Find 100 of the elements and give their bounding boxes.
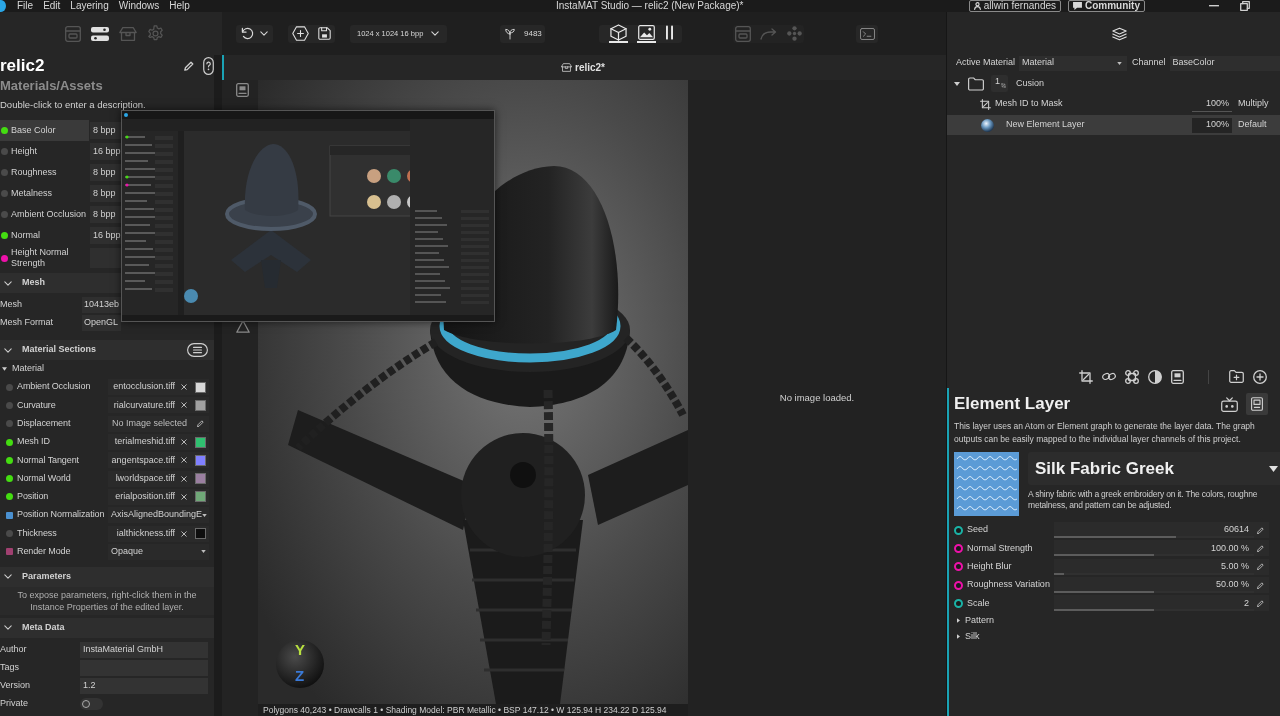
mesh-field[interactable]: 10413eb xyxy=(82,297,121,313)
layer-row[interactable]: New Element Layer 100% Default xyxy=(947,115,1280,135)
slider-track[interactable] xyxy=(1054,591,1254,594)
channel-item[interactable]: Base Color xyxy=(0,120,89,141)
group-toggle[interactable]: Pattern xyxy=(949,612,1280,629)
menu-item[interactable]: Help xyxy=(169,0,190,12)
format-field[interactable] xyxy=(90,248,121,268)
material-dropdown[interactable]: Material xyxy=(1019,55,1128,71)
group-toggle[interactable]: Silk xyxy=(949,628,1280,645)
remove-icon[interactable] xyxy=(181,493,187,500)
format-field[interactable]: 16 bpp xyxy=(90,143,121,160)
pencil-icon[interactable] xyxy=(1257,563,1264,571)
dropdown[interactable]: AxisAlignedBoundingE xyxy=(108,507,209,524)
channel-field[interactable]: BaseColor xyxy=(1169,55,1280,71)
layer-row[interactable]: Mesh ID to Mask 100% Multiply xyxy=(947,94,1280,114)
community-button[interactable]: Community xyxy=(1068,0,1145,12)
triangle-icon[interactable] xyxy=(236,320,250,333)
undo-icon[interactable] xyxy=(241,27,254,40)
axis-label: Y xyxy=(295,641,305,659)
section-header[interactable]: Parameters xyxy=(0,566,214,587)
card-icon[interactable] xyxy=(236,83,249,97)
account-button[interactable]: allwin fernandes xyxy=(968,0,1061,12)
add-folder-icon[interactable] xyxy=(1229,370,1244,383)
pencil-icon[interactable] xyxy=(197,420,204,428)
seed-field[interactable]: 9483 xyxy=(500,24,545,43)
format-field[interactable]: 8 bpp xyxy=(90,206,121,223)
texture-file-field[interactable]: entocclusion.tiff xyxy=(108,379,209,396)
texture-file-field[interactable]: erialposition.tiff xyxy=(108,488,209,505)
section-header[interactable]: Meta Data xyxy=(0,617,214,638)
axis-gizmo-icon[interactable] xyxy=(276,640,324,688)
texture-file-field[interactable]: angentspace.tiff xyxy=(108,452,209,469)
menu-item[interactable]: File xyxy=(17,0,34,12)
crop-icon[interactable] xyxy=(1079,369,1093,384)
console-button[interactable] xyxy=(856,24,878,43)
layer-row[interactable]: 1 Cusion xyxy=(947,73,1280,94)
slider-field[interactable]: 50.00 % xyxy=(1054,577,1269,594)
opacity-field[interactable]: 100% xyxy=(1192,117,1232,133)
blend-mode-dropdown[interactable]: Default xyxy=(1238,119,1267,130)
expand-arrow-icon[interactable] xyxy=(954,81,960,86)
format-field[interactable]: 8 bpp xyxy=(90,122,121,139)
menu-item[interactable]: Edit xyxy=(43,0,61,12)
chevron-down-icon[interactable] xyxy=(260,31,268,36)
help-icon[interactable] xyxy=(203,56,214,75)
menu-item[interactable]: Windows xyxy=(118,0,160,12)
slider-track[interactable] xyxy=(1054,536,1254,539)
add-icon[interactable] xyxy=(292,26,309,41)
texture-file-field[interactable]: No Image selected xyxy=(108,415,209,432)
texture-file-field[interactable]: ialthickness.tiff xyxy=(108,525,209,542)
texture-file-field[interactable]: lworldspace.tiff xyxy=(108,470,209,487)
pencil-icon[interactable] xyxy=(1257,526,1264,534)
pencil-icon[interactable] xyxy=(1257,544,1264,552)
text-field[interactable]: InstaMaterial GmbH xyxy=(80,641,208,658)
pencil-icon[interactable] xyxy=(184,60,194,71)
remove-icon[interactable] xyxy=(181,475,187,482)
blend-mode-dropdown[interactable]: Multiply xyxy=(1238,98,1269,109)
remove-icon[interactable] xyxy=(181,457,187,464)
card-icon[interactable] xyxy=(1171,369,1184,384)
section-header[interactable]: Mesh xyxy=(0,273,121,293)
nodes-icon[interactable] xyxy=(1125,369,1139,384)
slider-field[interactable]: 5.00 % xyxy=(1054,558,1269,575)
remove-icon[interactable] xyxy=(181,439,187,446)
document-tab[interactable]: relic2* xyxy=(561,60,605,75)
texture-file-field[interactable]: terialmeshid.tiff xyxy=(108,434,209,451)
slider-track[interactable] xyxy=(1054,609,1254,612)
2d-view-button[interactable] xyxy=(637,24,656,43)
toggle-switch[interactable] xyxy=(80,697,103,710)
tv-icon[interactable] xyxy=(1221,396,1238,412)
layers-icon[interactable] xyxy=(1112,26,1127,41)
remove-icon[interactable] xyxy=(181,384,187,391)
format-field[interactable]: 16 bpp xyxy=(90,227,121,244)
format-field[interactable]: 8 bpp xyxy=(90,164,121,181)
slider-track[interactable] xyxy=(1054,554,1254,557)
text-field[interactable]: 1.2 xyxy=(80,677,208,694)
tree-group[interactable]: Material xyxy=(0,360,214,378)
save-icon[interactable] xyxy=(318,27,331,40)
list-menu-icon[interactable] xyxy=(187,343,208,357)
panel-title: Element Layer xyxy=(954,393,1071,416)
mesh-field[interactable]: OpenGL xyxy=(82,315,121,331)
toggle-bars-icon[interactable] xyxy=(91,26,109,41)
opacity-field[interactable]: 100% xyxy=(1192,96,1232,112)
section-header[interactable]: Material Sections xyxy=(0,340,214,360)
contrast-icon[interactable] xyxy=(1148,369,1162,384)
graph-dropdown[interactable]: Silk Fabric Greek xyxy=(1028,452,1280,485)
pencil-icon[interactable] xyxy=(1257,581,1264,589)
pencil-icon[interactable] xyxy=(1257,599,1264,607)
format-field[interactable]: 8 bpp xyxy=(90,185,121,202)
link-icon[interactable] xyxy=(1102,372,1116,381)
slider-field[interactable]: 2 xyxy=(1054,595,1269,612)
dropdown[interactable]: Opaque xyxy=(108,543,209,560)
slider-field[interactable]: 60614 xyxy=(1054,522,1269,539)
graph-button[interactable] xyxy=(1246,393,1268,415)
texture-file-field[interactable]: rialcurvature.tiff xyxy=(108,397,209,414)
slider-field[interactable]: 100.00 % xyxy=(1054,540,1269,557)
3d-view-button[interactable] xyxy=(609,24,628,43)
menu-item[interactable]: Layering xyxy=(70,0,109,12)
remove-icon[interactable] xyxy=(181,402,187,409)
add-icon[interactable] xyxy=(1253,369,1267,384)
minimize-icon[interactable] xyxy=(1209,5,1219,7)
restore-icon[interactable] xyxy=(1240,1,1250,11)
remove-icon[interactable] xyxy=(181,530,187,537)
